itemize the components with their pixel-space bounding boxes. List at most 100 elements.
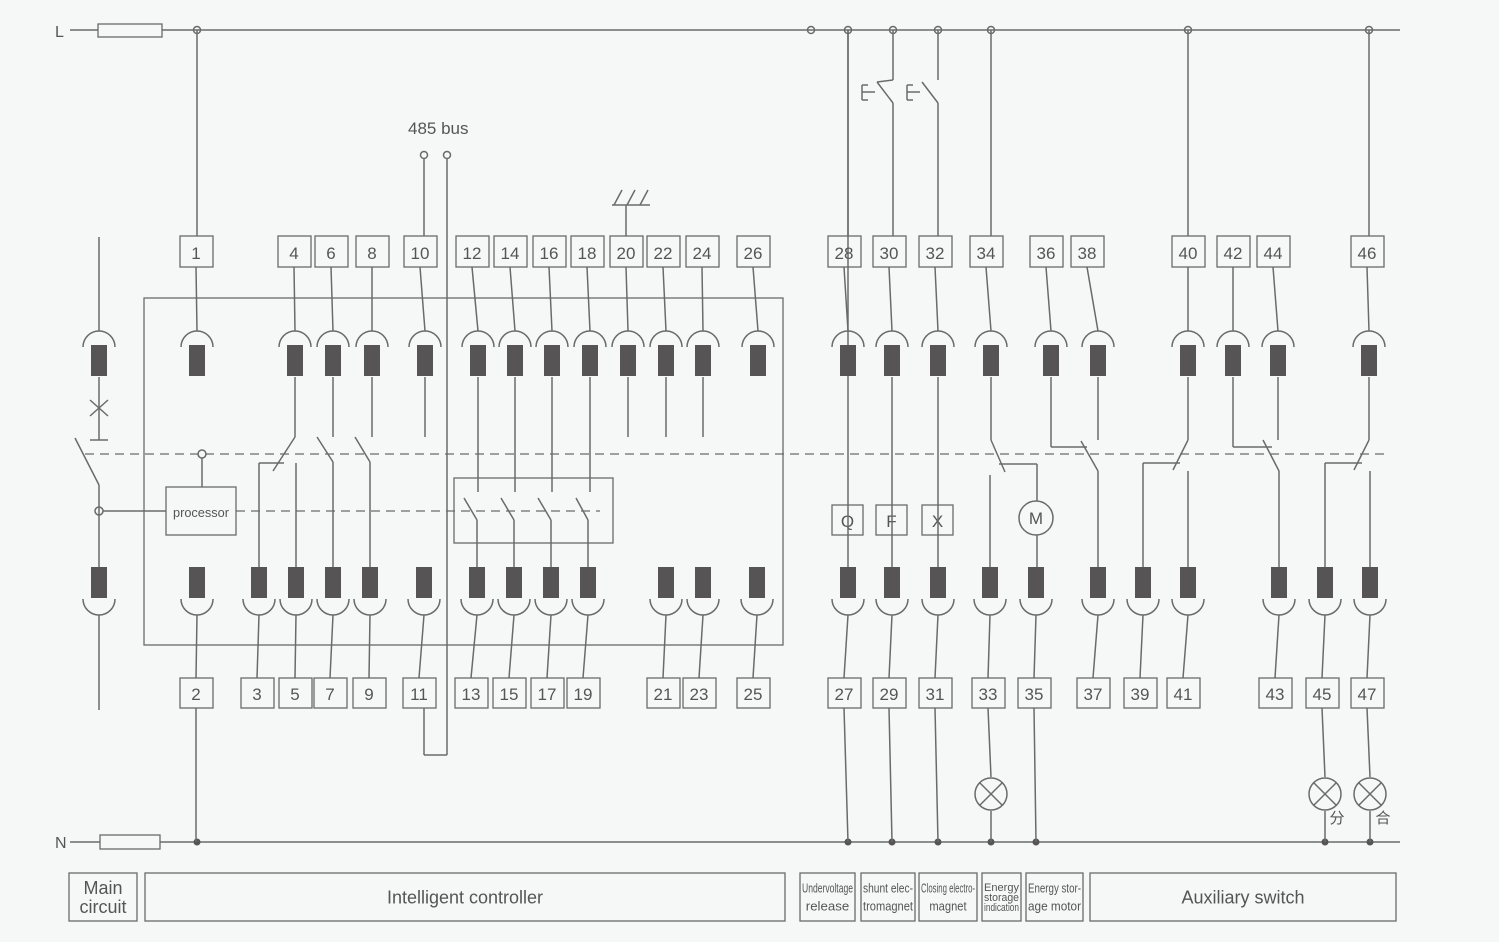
plug-socket-icon [407, 598, 441, 616]
plug-socket-icon [278, 330, 312, 348]
wire [1033, 614, 1037, 679]
wire [876, 81, 894, 104]
closing-electromagnet-section-label: magnet [929, 899, 967, 914]
wire [1080, 440, 1099, 472]
contact-block [469, 567, 485, 598]
wire [1366, 707, 1371, 778]
auxiliary-switch-section-label: Auxiliary switch [1181, 887, 1304, 907]
contact-block [1180, 345, 1196, 376]
wire [1033, 707, 1037, 843]
wire [662, 614, 667, 679]
terminal-label: 29 [880, 685, 899, 704]
contact-block [930, 345, 946, 376]
terminal-label: 36 [1037, 244, 1056, 263]
plug-socket-icon [1019, 598, 1053, 616]
fuse-icon [99, 834, 161, 850]
terminal-label: 11 [410, 685, 428, 704]
terminal-label: 7 [325, 685, 334, 704]
contact-block [470, 345, 486, 376]
plug-socket-icon [649, 330, 683, 348]
wire [330, 266, 334, 332]
contact-block [1225, 345, 1241, 376]
terminal-label: 23 [690, 685, 709, 704]
terminal-label: 5 [290, 685, 299, 704]
contact-block [750, 345, 766, 376]
contact-block [1028, 567, 1044, 598]
contact-block [983, 345, 999, 376]
wire [752, 614, 758, 679]
wire [1321, 614, 1326, 679]
contact-block [1043, 345, 1059, 376]
wire [329, 614, 334, 679]
contact-block [364, 345, 380, 376]
contact-block [1362, 567, 1378, 598]
plug-socket-icon [460, 598, 494, 616]
wire [272, 436, 296, 472]
terminal-label: 33 [979, 685, 998, 704]
wire [294, 614, 297, 679]
contact-block [1270, 345, 1286, 376]
plug-socket-icon [921, 598, 955, 616]
wire [586, 266, 591, 332]
wire [508, 614, 515, 679]
wire [701, 266, 704, 332]
terminal-label: 35 [1025, 685, 1044, 704]
wire [354, 436, 371, 463]
plug-socket-icon [1171, 330, 1205, 348]
terminal-label: 45 [1313, 685, 1332, 704]
plug-socket-icon [497, 598, 531, 616]
wire [1262, 439, 1280, 472]
plug-socket-icon [353, 598, 387, 616]
processor-label: processor [173, 505, 230, 520]
plug-socket-icon [1126, 598, 1160, 616]
wire [888, 266, 893, 332]
contact-block [417, 345, 433, 376]
plug-socket-icon [180, 330, 214, 348]
terminal-label: 46 [1358, 244, 1377, 263]
terminal-label: 30 [880, 244, 899, 263]
wire [368, 614, 371, 679]
contact-block [91, 567, 107, 598]
terminal-label: 8 [367, 244, 376, 263]
wire [500, 497, 515, 521]
contact-block [749, 567, 765, 598]
contact-block [1271, 567, 1287, 598]
contact-block [884, 345, 900, 376]
terminal-label: 28 [835, 244, 854, 263]
wire [625, 266, 629, 332]
wire [1272, 266, 1279, 332]
wire [546, 614, 552, 679]
plug-socket-icon [408, 330, 442, 348]
main-switch-blade [74, 437, 100, 486]
terminal-label: 22 [654, 244, 673, 263]
wire [470, 614, 478, 679]
plug-socket-icon [1262, 598, 1296, 616]
terminal-label: 14 [501, 244, 520, 263]
plug-socket-icon [316, 330, 350, 348]
plug-socket-icon [649, 598, 683, 616]
contact-block [582, 345, 598, 376]
terminal-label: 6 [326, 244, 335, 263]
terminal-label: 26 [744, 244, 763, 263]
wire [418, 614, 425, 679]
wire [256, 614, 260, 679]
plug-socket-icon [686, 330, 720, 348]
main-circuit-section-label: Main [83, 878, 122, 898]
wire [613, 189, 623, 206]
contact-block [840, 345, 856, 376]
contact-block [251, 567, 267, 598]
contact-block [1180, 567, 1196, 598]
wire [934, 707, 939, 843]
plug-socket-icon [686, 598, 720, 616]
wire [316, 436, 334, 463]
terminal-label: 13 [462, 685, 481, 704]
wire [1139, 614, 1144, 679]
wire [1172, 439, 1189, 471]
plug-socket-icon [82, 598, 116, 616]
terminal-label: 27 [835, 685, 854, 704]
plug-socket-icon [1034, 330, 1068, 348]
terminal-label: 38 [1078, 244, 1097, 263]
plug-socket-icon [921, 330, 955, 348]
wire [1045, 266, 1052, 332]
wire [987, 614, 991, 679]
